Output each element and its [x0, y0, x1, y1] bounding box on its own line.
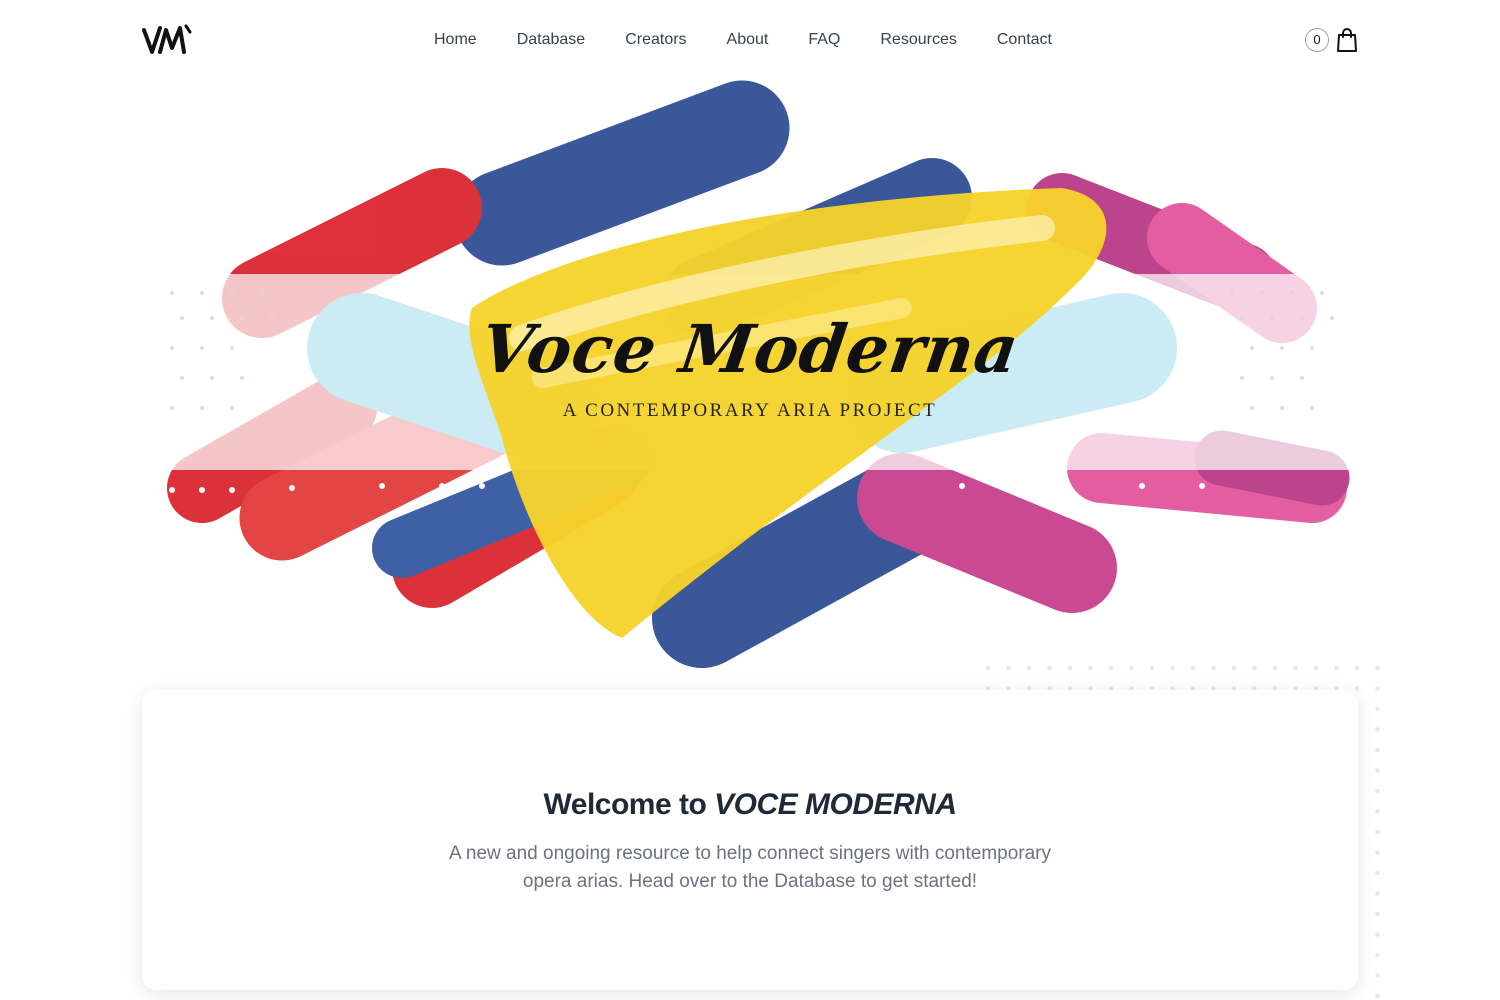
nav-creators[interactable]: Creators — [605, 28, 706, 52]
cart-button[interactable]: 0 — [1305, 27, 1359, 53]
site-header: VM Home Database Creators About FAQ Reso… — [0, 0, 1500, 80]
welcome-prefix: Welcome to — [543, 788, 715, 821]
welcome-heading: Welcome to VOCE MODERNA — [142, 788, 1358, 822]
welcome-card: Welcome to VOCE MODERNA A new and ongoin… — [142, 690, 1358, 990]
shopping-bag-icon — [1337, 28, 1357, 52]
nav-contact[interactable]: Contact — [977, 28, 1072, 52]
nav-home[interactable]: Home — [414, 28, 497, 52]
hero-banner: Voce Moderna A CONTEMPORARY ARIA PROJECT — [142, 78, 1358, 668]
welcome-intro: A new and ongoing resource to help conne… — [448, 843, 1052, 892]
vm-logo[interactable]: VM — [142, 22, 194, 58]
hero-subtitle: A CONTEMPORARY ARIA PROJECT — [562, 400, 938, 421]
main-nav: Home Database Creators About FAQ Resourc… — [414, 28, 1072, 52]
nav-resources[interactable]: Resources — [860, 28, 976, 52]
hero-title: Voce Moderna — [475, 310, 1025, 388]
welcome-brand: VOCE MODERNA — [714, 788, 957, 821]
nav-about[interactable]: About — [707, 28, 789, 52]
nav-database[interactable]: Database — [497, 28, 606, 52]
nav-faq[interactable]: FAQ — [788, 28, 860, 52]
cart-count-badge: 0 — [1305, 28, 1329, 52]
